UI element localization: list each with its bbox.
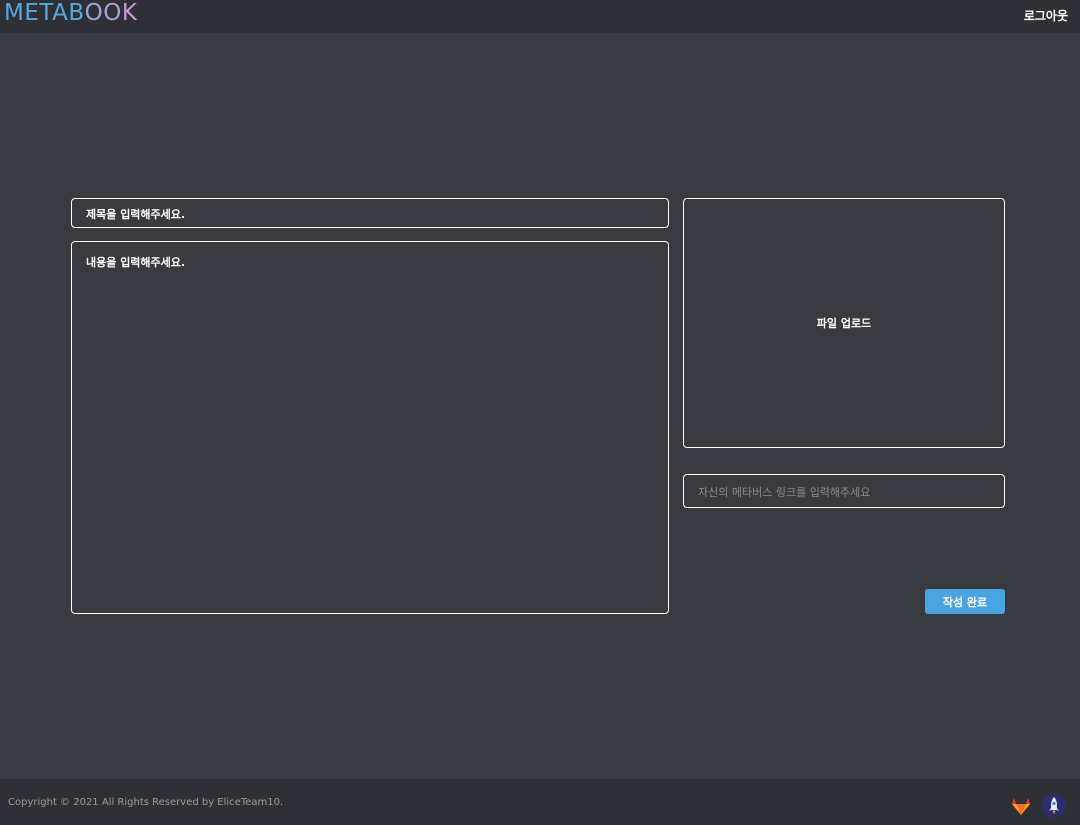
- rocket-icon[interactable]: [1041, 793, 1067, 819]
- logo-text-part1: METAB: [4, 0, 85, 26]
- logout-button[interactable]: 로그아웃: [1024, 7, 1068, 24]
- file-upload-label: 파일 업로드: [816, 317, 872, 330]
- metaverse-link-input[interactable]: 자신의 메타버스 링크를 입력해주세요: [683, 474, 1005, 508]
- content-textarea-placeholder: 내용을 입력해주세요.: [86, 256, 186, 269]
- logo-text-part3: K: [121, 0, 138, 26]
- copyright-text: Copyright © 2021 All Rights Reserved by …: [8, 797, 284, 808]
- footer: Copyright © 2021 All Rights Reserved by …: [0, 779, 1080, 825]
- logo[interactable]: METAB OO K: [4, 1, 137, 25]
- header: METAB OO K 로그아웃: [0, 0, 1080, 33]
- title-input[interactable]: 제목을 입력해주세요.: [71, 198, 669, 228]
- file-upload-area[interactable]: 파일 업로드: [683, 198, 1005, 448]
- content-textarea[interactable]: 내용을 입력해주세요.: [71, 241, 669, 614]
- metaverse-link-placeholder: 자신의 메타버스 링크를 입력해주세요: [698, 486, 871, 499]
- submit-button-label: 작성 완료: [942, 595, 988, 609]
- gitlab-icon[interactable]: [1010, 795, 1032, 817]
- title-input-placeholder: 제목을 입력해주세요.: [86, 208, 186, 221]
- logo-text-part2: OO: [84, 0, 122, 26]
- submit-button[interactable]: 작성 완료: [925, 589, 1005, 614]
